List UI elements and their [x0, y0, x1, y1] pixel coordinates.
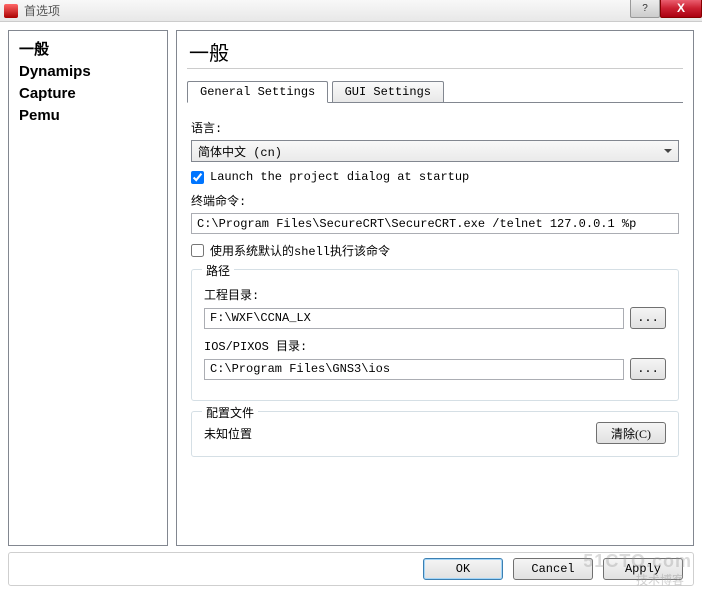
- help-button[interactable]: ?: [630, 0, 660, 18]
- launch-startup-checkbox-row[interactable]: Launch the project dialog at startup: [191, 170, 679, 184]
- window-title: 首选项: [24, 2, 60, 19]
- tab-gui-settings[interactable]: GUI Settings: [332, 81, 444, 103]
- ios-dir-input[interactable]: [204, 359, 624, 380]
- project-dir-label: 工程目录:: [204, 286, 666, 303]
- use-default-shell-checkbox[interactable]: [191, 244, 204, 257]
- config-group-title: 配置文件: [202, 404, 258, 421]
- titlebar: 首选项 ? X: [0, 0, 702, 22]
- project-dir-input[interactable]: [204, 308, 624, 329]
- config-unknown-label: 未知位置: [204, 425, 596, 442]
- sidebar-item-capture[interactable]: Capture: [19, 83, 157, 105]
- sidebar-item-pemu[interactable]: Pemu: [19, 105, 157, 127]
- use-default-shell-label: 使用系统默认的shell执行该命令: [210, 242, 390, 259]
- cancel-button[interactable]: Cancel: [513, 558, 593, 580]
- sidebar: 一般 Dynamips Capture Pemu: [8, 30, 168, 546]
- use-default-shell-row[interactable]: 使用系统默认的shell执行该命令: [191, 242, 679, 259]
- config-group: 配置文件 未知位置 清除(C): [191, 411, 679, 457]
- terminal-input[interactable]: [191, 213, 679, 234]
- window-buttons: ? X: [630, 0, 702, 18]
- launch-startup-checkbox[interactable]: [191, 171, 204, 184]
- sidebar-item-dynamips[interactable]: Dynamips: [19, 61, 157, 83]
- language-label: 语言:: [191, 119, 679, 136]
- main-pane: 一般 General Settings GUI Settings 语言: 简体中…: [176, 30, 694, 546]
- paths-group-title: 路径: [202, 262, 234, 279]
- sidebar-item-general[interactable]: 一般: [19, 39, 157, 61]
- dialog-footer: OK Cancel Apply: [8, 552, 694, 586]
- close-button[interactable]: X: [660, 0, 702, 18]
- clear-button[interactable]: 清除(C): [596, 422, 666, 444]
- ios-dir-label: IOS/PIXOS 目录:: [204, 337, 666, 354]
- tab-bar: General Settings GUI Settings: [187, 81, 683, 103]
- page-title: 一般: [187, 37, 683, 69]
- apply-button[interactable]: Apply: [603, 558, 683, 580]
- terminal-label: 终端命令:: [191, 192, 679, 209]
- paths-group: 路径 工程目录: ... IOS/PIXOS 目录: ...: [191, 269, 679, 401]
- project-dir-browse-button[interactable]: ...: [630, 307, 666, 329]
- language-select-value: 简体中文 (cn): [198, 146, 282, 160]
- language-select[interactable]: 简体中文 (cn): [191, 140, 679, 162]
- ios-dir-browse-button[interactable]: ...: [630, 358, 666, 380]
- launch-startup-label: Launch the project dialog at startup: [210, 170, 469, 184]
- tab-general-settings[interactable]: General Settings: [187, 81, 328, 103]
- app-icon: [4, 4, 18, 18]
- ok-button[interactable]: OK: [423, 558, 503, 580]
- tab-content: 语言: 简体中文 (cn) Launch the project dialog …: [187, 103, 683, 461]
